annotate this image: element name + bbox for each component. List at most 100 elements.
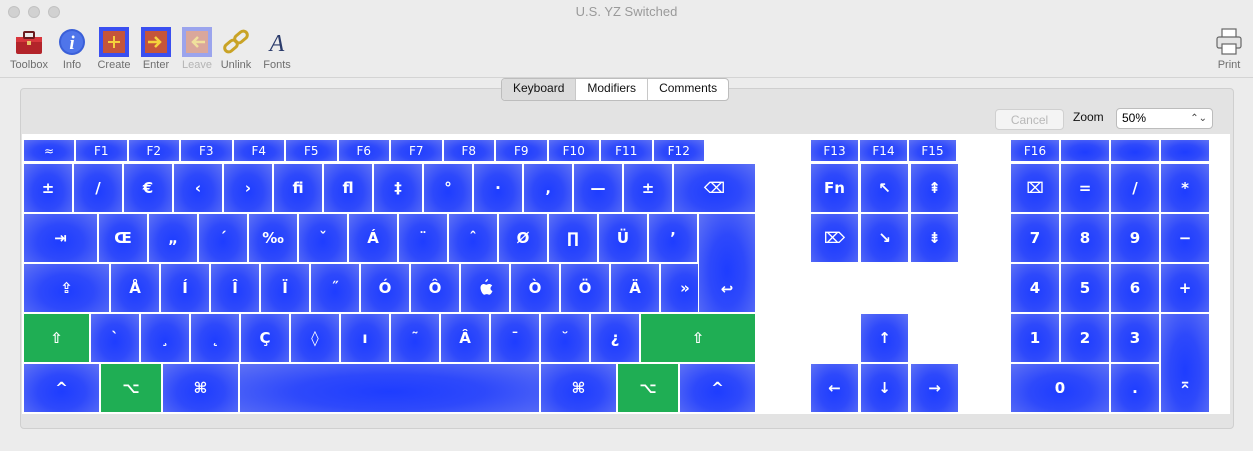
key[interactable]: 6 [1110,263,1160,313]
cancel-button[interactable]: Cancel [995,109,1064,130]
key[interactable]: ⌘ [540,363,617,413]
key[interactable]: ∏ [548,213,598,263]
key[interactable]: Î [210,263,260,313]
key[interactable]: Ô [410,263,460,313]
key[interactable]: ⌘ [162,363,239,413]
key[interactable]: · [473,163,523,213]
key[interactable] [1160,139,1210,162]
key[interactable]: ^ [23,363,100,413]
key[interactable]: ¨ [398,213,448,263]
key[interactable]: Ò [510,263,560,313]
fonts-button[interactable]: A Fonts [252,25,302,73]
key[interactable]: Â [440,313,490,363]
key[interactable]: + [1160,263,1210,313]
key[interactable]: F5 [285,139,338,162]
tab-keyboard[interactable]: Keyboard [502,79,577,100]
key[interactable]: „ [148,213,198,263]
key[interactable]: F7 [390,139,443,162]
key[interactable]: ↘ [860,213,909,263]
key[interactable]: F11 [600,139,653,162]
key[interactable]: Fn [810,163,859,213]
key[interactable]: / [1110,163,1160,213]
key[interactable]: — [573,163,623,213]
key[interactable]: ` [90,313,140,363]
key[interactable]: € [123,163,173,213]
key[interactable]: . [1110,363,1160,413]
key[interactable]: ˘ [540,313,590,363]
key[interactable]: ± [23,163,73,213]
key[interactable]: Ø [498,213,548,263]
key[interactable]: Ü [598,213,648,263]
key[interactable]: 7 [1010,213,1060,263]
key[interactable]: ⇟ [910,213,959,263]
key[interactable]: 0 [1010,363,1110,413]
key[interactable]: › [223,163,273,213]
key[interactable]: Ö [560,263,610,313]
key[interactable]: ↩ [698,213,756,313]
tab-comments[interactable]: Comments [648,79,728,100]
key[interactable]: ‹ [173,163,223,213]
key[interactable]: F3 [180,139,233,162]
key[interactable]: ⇪ [23,263,110,313]
key[interactable]: ⌅ [1160,313,1210,413]
key[interactable]: 1 [1010,313,1060,363]
key[interactable]: Œ [98,213,148,263]
key[interactable]: ˆ [448,213,498,263]
key[interactable]: F15 [908,139,957,162]
key[interactable]: F8 [442,139,495,162]
tab-modifiers[interactable]: Modifiers [576,79,649,100]
key[interactable]: ‚ [523,163,573,213]
zoom-select[interactable]: 50% ⌃⌄ [1116,108,1213,129]
print-button[interactable]: Print [1204,25,1253,73]
key[interactable]: ° [423,163,473,213]
key[interactable]: ^ [679,363,756,413]
key[interactable]: ≈ [23,139,75,162]
key[interactable]: ´ [198,213,248,263]
key[interactable]: ’ [648,213,698,263]
key[interactable]: ⌥ [100,363,162,413]
key[interactable]: = [1060,163,1110,213]
key[interactable]: ⌫ [673,163,756,213]
key[interactable]: → [910,363,959,413]
key[interactable]: F13 [810,139,859,162]
key[interactable]: / [73,163,123,213]
key[interactable]: − [1160,213,1210,263]
key[interactable]: Ó [360,263,410,313]
key[interactable]: F14 [859,139,908,162]
key[interactable]: 8 [1060,213,1110,263]
key[interactable]: 2 [1060,313,1110,363]
key[interactable]: ‡ [373,163,423,213]
key[interactable] [1110,139,1160,162]
key[interactable]: F1 [75,139,128,162]
key[interactable]: ↓ [860,363,909,413]
key[interactable]: ˜ [390,313,440,363]
key[interactable]: ◊ [290,313,340,363]
key[interactable]: ↖ [860,163,909,213]
key[interactable]: F6 [337,139,390,162]
key[interactable]: ⌧ [1010,163,1060,213]
key[interactable]: F12 [652,139,705,162]
key[interactable]: 9 [1110,213,1160,263]
key[interactable]: ˝ [310,263,360,313]
key[interactable]: F16 [1010,139,1060,162]
key[interactable]: F9 [495,139,548,162]
key[interactable]: ± [623,163,673,213]
key[interactable]: Ä [610,263,660,313]
key[interactable]: ⌦ [810,213,859,263]
key[interactable]: ˛ [190,313,240,363]
key[interactable]: Ç [240,313,290,363]
key[interactable]: ı [340,313,390,363]
key[interactable]: ⌥ [617,363,679,413]
key[interactable]: ⇞ [910,163,959,213]
key[interactable]: Å [110,263,160,313]
key[interactable]: ⇧ [640,313,756,363]
key[interactable]: F10 [547,139,600,162]
key[interactable] [1060,139,1110,162]
key[interactable]: ‰ [248,213,298,263]
key[interactable] [239,363,540,413]
key[interactable]: 5 [1060,263,1110,313]
key[interactable]: ﬂ [323,163,373,213]
key[interactable]: ⇥ [23,213,98,263]
key[interactable]: Í [160,263,210,313]
key[interactable]: ¸ [140,313,190,363]
